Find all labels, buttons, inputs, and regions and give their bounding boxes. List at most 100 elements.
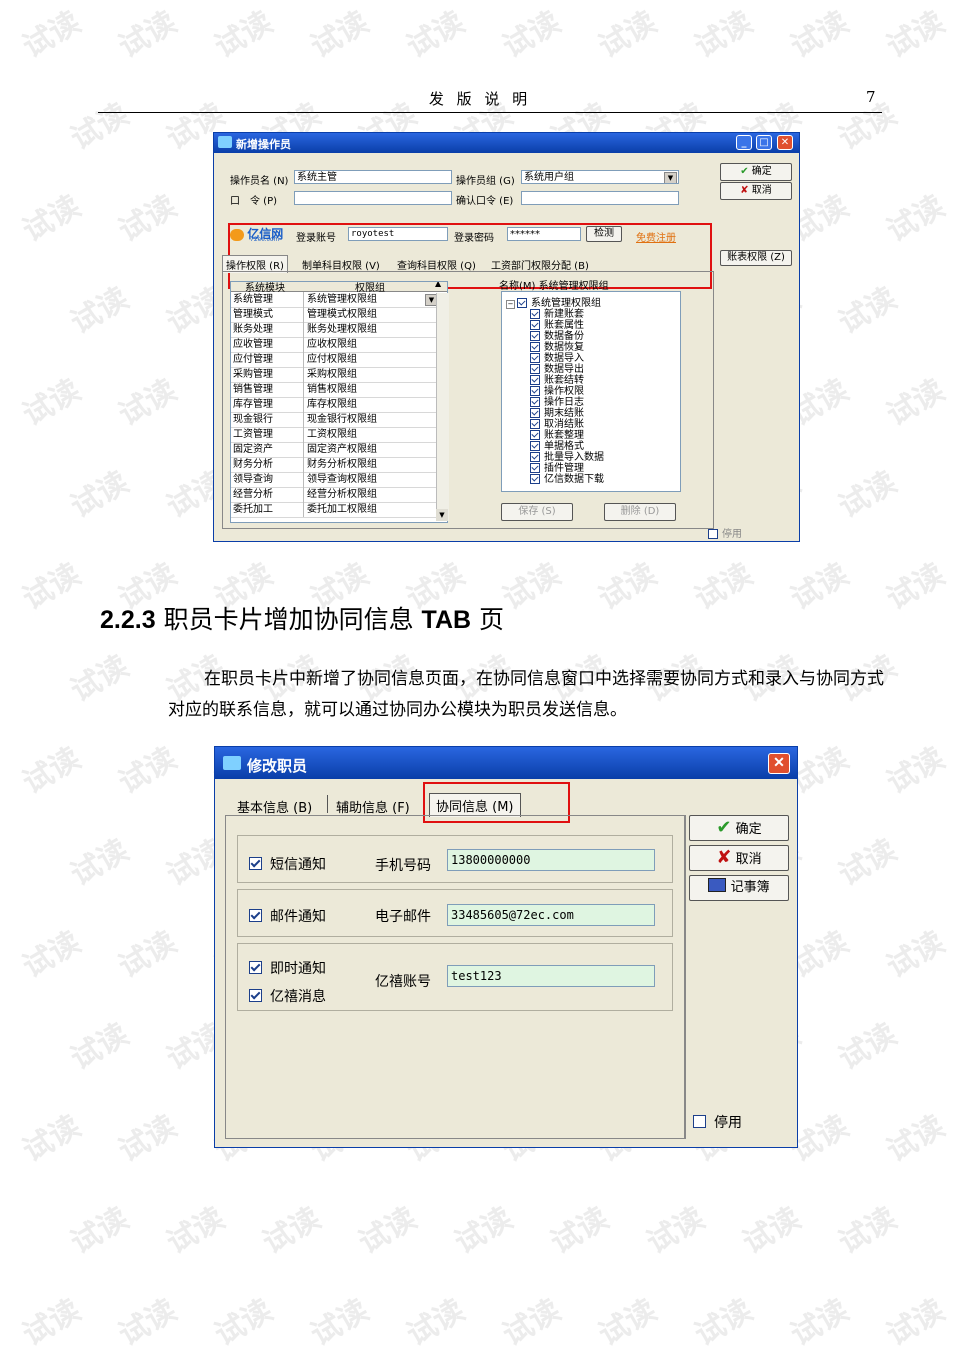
table-row[interactable]: 应付管理 应付权限组 bbox=[231, 352, 437, 368]
checkbox-icon[interactable] bbox=[249, 909, 262, 922]
mail-checkbox[interactable]: 邮件通知 bbox=[249, 906, 326, 926]
tab-basic-info[interactable]: 基本信息 (B) bbox=[237, 797, 312, 816]
tree-item[interactable]: 数据备份 bbox=[530, 331, 584, 342]
tree-item[interactable]: 插件管理 bbox=[530, 463, 584, 474]
watermark: 试读 bbox=[785, 1292, 855, 1354]
watermark: 试读 bbox=[65, 1016, 135, 1078]
table-row[interactable]: 经营分析 经营分析权限组 bbox=[231, 487, 437, 503]
close-button[interactable]: ✕ bbox=[768, 753, 790, 774]
disable-checkbox[interactable]: 停用 bbox=[708, 525, 742, 540]
table-row[interactable]: 现金银行 现金银行权限组 bbox=[231, 412, 437, 428]
operator-name-field[interactable]: 系统主管 bbox=[294, 170, 452, 184]
tree-root[interactable]: − 系统管理权限组 bbox=[506, 298, 601, 309]
table-row[interactable]: 库存管理 库存权限组 bbox=[231, 397, 437, 413]
group-cell: 应付权限组 bbox=[307, 354, 357, 365]
delete-button[interactable]: 删除 (D) bbox=[604, 503, 676, 521]
table-row[interactable]: 委托加工 委托加工权限组 bbox=[231, 502, 437, 518]
confirm-password-field[interactable] bbox=[521, 191, 679, 205]
tree-item[interactable]: 取消结账 bbox=[530, 419, 584, 430]
table-row[interactable]: 销售管理 销售权限组 bbox=[231, 382, 437, 398]
checkbox-icon[interactable] bbox=[530, 452, 540, 462]
close-button[interactable]: ✕ bbox=[777, 135, 793, 150]
instant-checkbox[interactable]: 即时通知 bbox=[249, 958, 326, 978]
disable-checkbox[interactable]: 停用 bbox=[693, 1112, 742, 1132]
checkbox-icon[interactable] bbox=[530, 309, 540, 319]
header-title: 发 版 说 明 bbox=[428, 90, 532, 108]
yixin-msg-checkbox[interactable]: 亿禧消息 bbox=[249, 986, 326, 1006]
tree-item[interactable]: 亿信数据下载 bbox=[530, 474, 604, 485]
yixin-account-field[interactable]: test123 bbox=[447, 965, 655, 987]
cancel-button[interactable]: ✘ 取消 bbox=[720, 182, 792, 200]
table-row[interactable]: 采购管理 采购权限组 bbox=[231, 367, 437, 383]
tree-item[interactable]: 数据导入 bbox=[530, 353, 584, 364]
checkbox-icon[interactable] bbox=[708, 529, 718, 539]
table-row[interactable]: 系统管理 系统管理权限组 ▼ bbox=[231, 292, 438, 308]
checkbox-icon[interactable] bbox=[530, 474, 540, 484]
sms-checkbox[interactable]: 短信通知 bbox=[249, 854, 326, 874]
grid-scrollbar[interactable] bbox=[436, 293, 449, 521]
tree-item[interactable]: 期末结账 bbox=[530, 408, 584, 419]
checkbox-icon[interactable] bbox=[530, 364, 540, 374]
checkbox-icon[interactable] bbox=[530, 342, 540, 352]
tree-item[interactable]: 数据导出 bbox=[530, 364, 584, 375]
notebook-button[interactable]: 记事簿 bbox=[689, 875, 789, 901]
checkbox-icon[interactable] bbox=[693, 1115, 706, 1128]
minimize-button[interactable]: _ bbox=[736, 135, 752, 150]
tree-item[interactable]: 操作权限 bbox=[530, 386, 584, 397]
watermark: 试读 bbox=[593, 4, 663, 66]
tree-item[interactable]: 单据格式 bbox=[530, 441, 584, 452]
tree-item[interactable]: 账套结转 bbox=[530, 375, 584, 386]
checkbox-icon[interactable] bbox=[249, 857, 262, 870]
checkbox-icon[interactable] bbox=[530, 386, 540, 396]
checkbox-icon[interactable] bbox=[530, 463, 540, 473]
tree-item[interactable]: 账套属性 bbox=[530, 320, 584, 331]
scroll-down-icon[interactable]: ▼ bbox=[436, 509, 448, 521]
group-cell[interactable]: 系统管理权限组 bbox=[307, 292, 377, 307]
mobile-field[interactable]: 13800000000 bbox=[447, 849, 655, 871]
tree-item[interactable]: 新建账套 bbox=[530, 309, 584, 320]
group-select[interactable]: 系统用户组 ▼ bbox=[521, 170, 679, 184]
watermark: 试读 bbox=[17, 924, 87, 986]
tree-item[interactable]: 操作日志 bbox=[530, 397, 584, 408]
table-row[interactable]: 工资管理 工资权限组 bbox=[231, 427, 437, 443]
table-row[interactable]: 账务处理 账务处理权限组 bbox=[231, 322, 437, 338]
table-row[interactable]: 固定资产 固定资产权限组 bbox=[231, 442, 437, 458]
checkbox-icon[interactable] bbox=[530, 320, 540, 330]
checkbox-icon[interactable] bbox=[530, 353, 540, 363]
tree-item[interactable]: 批量导入数据 bbox=[530, 452, 604, 463]
tree-item[interactable]: 数据恢复 bbox=[530, 342, 584, 353]
table-row[interactable]: 领导查询 领导查询权限组 bbox=[231, 472, 437, 488]
collapse-icon[interactable]: − bbox=[506, 300, 515, 309]
section-title-end: 页 bbox=[479, 605, 505, 634]
checkbox-icon[interactable] bbox=[530, 419, 540, 429]
password-field[interactable] bbox=[294, 191, 452, 205]
checkbox-icon[interactable] bbox=[530, 375, 540, 385]
tree-item[interactable]: 账套整理 bbox=[530, 430, 584, 441]
checkbox-icon[interactable] bbox=[530, 397, 540, 407]
checkbox-icon[interactable] bbox=[530, 441, 540, 451]
tab-salary-dept-rights[interactable]: 工资部门权限分配 (B) bbox=[491, 257, 589, 272]
tab-aux-info[interactable]: 辅助信息 (F) bbox=[336, 797, 410, 816]
watermark: 试读 bbox=[65, 648, 135, 710]
email-field[interactable]: 33485605@72ec.com bbox=[447, 904, 655, 926]
ok-button[interactable]: ✔ 确定 bbox=[689, 815, 789, 841]
checkbox-icon[interactable] bbox=[249, 961, 262, 974]
checkbox-icon[interactable] bbox=[530, 408, 540, 418]
tab-query-subject-rights[interactable]: 查询科目权限 (Q) bbox=[397, 257, 476, 272]
checkbox-icon[interactable] bbox=[530, 331, 540, 341]
tab-voucher-subject-rights[interactable]: 制单科目权限 (V) bbox=[302, 257, 380, 272]
cancel-button[interactable]: ✘ 取消 bbox=[689, 845, 789, 871]
chevron-down-icon[interactable]: ▼ bbox=[664, 172, 677, 183]
table-row[interactable]: 管理模式 管理模式权限组 bbox=[231, 307, 437, 323]
maximize-button[interactable]: □ bbox=[756, 135, 772, 150]
account-rights-button[interactable]: 账表权限 (Z) bbox=[720, 250, 792, 266]
ok-button[interactable]: ✔ 确定 bbox=[720, 163, 792, 181]
table-row[interactable]: 财务分析 财务分析权限组 bbox=[231, 457, 437, 473]
save-button[interactable]: 保存 (S) bbox=[501, 503, 573, 521]
watermark: 试读 bbox=[65, 464, 135, 526]
checkbox-icon[interactable] bbox=[249, 989, 262, 1002]
cell-divider bbox=[303, 307, 304, 322]
checkbox-icon[interactable] bbox=[530, 430, 540, 440]
table-row[interactable]: 应收管理 应收权限组 bbox=[231, 337, 437, 353]
checkbox-icon[interactable] bbox=[517, 298, 527, 308]
